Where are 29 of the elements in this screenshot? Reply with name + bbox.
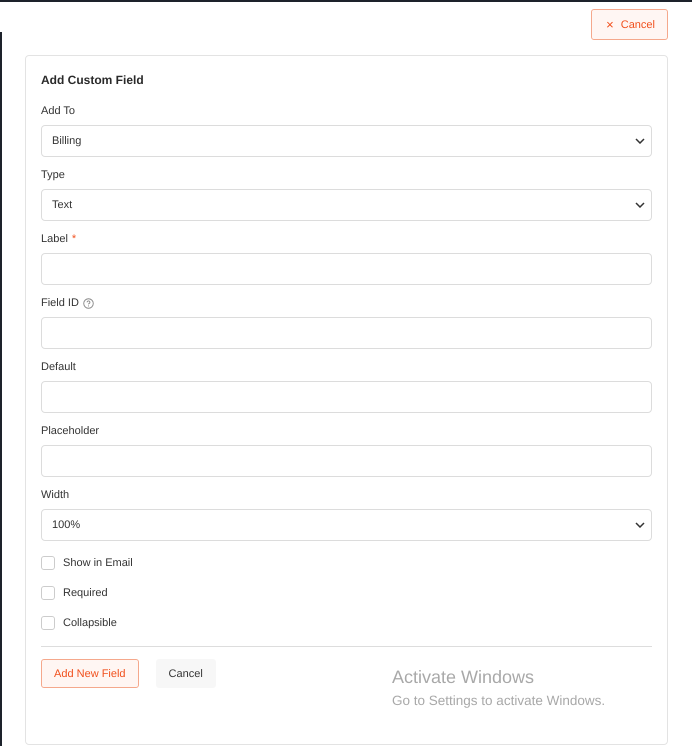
field-label: Field ID bbox=[41, 297, 79, 309]
required-mark: * bbox=[72, 233, 76, 245]
field-label: Placeholder bbox=[41, 425, 100, 437]
input-field[interactable] bbox=[41, 317, 652, 349]
input-field[interactable] bbox=[41, 253, 652, 285]
field-label: Add To bbox=[41, 105, 76, 117]
watermark-title: Activate Windows bbox=[392, 667, 536, 688]
checkbox-label: Required bbox=[63, 587, 108, 599]
select-field[interactable]: 100% bbox=[41, 509, 652, 541]
form-title: Add Custom Field bbox=[41, 73, 145, 87]
checkbox[interactable] bbox=[41, 616, 55, 630]
cancel-button[interactable]: Cancel bbox=[156, 659, 216, 688]
field-label: Width bbox=[41, 489, 70, 501]
chevron-down-icon bbox=[635, 202, 645, 208]
checkbox-label: Show in Email bbox=[63, 557, 133, 569]
field-label: Default bbox=[41, 361, 76, 373]
checkbox[interactable] bbox=[41, 556, 55, 570]
chevron-down-icon bbox=[635, 138, 645, 144]
checkbox[interactable] bbox=[41, 586, 55, 600]
select-field[interactable]: Billing bbox=[41, 125, 652, 157]
input-field[interactable] bbox=[41, 445, 652, 477]
close-icon: × bbox=[606, 18, 614, 31]
input-field[interactable] bbox=[41, 381, 652, 413]
checkbox-label: Collapsible bbox=[63, 617, 117, 629]
field-label: Type bbox=[41, 169, 65, 181]
field-label: Label bbox=[41, 233, 68, 245]
chevron-down-icon bbox=[635, 522, 645, 528]
select-field[interactable]: Text bbox=[41, 189, 652, 221]
watermark-text: Go to Settings to activate Windows. bbox=[392, 693, 606, 708]
